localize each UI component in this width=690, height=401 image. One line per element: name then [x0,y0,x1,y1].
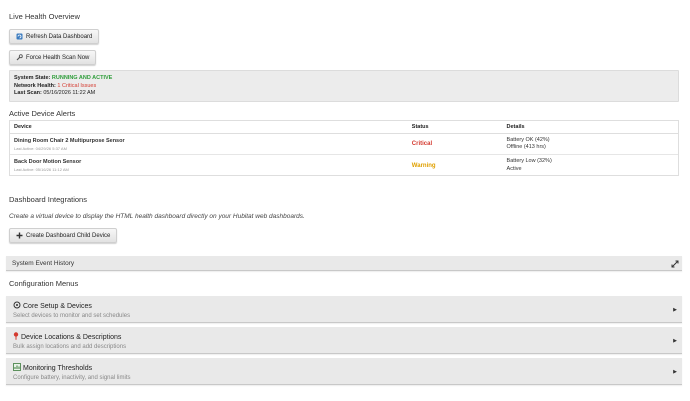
page-title: Live Health Overview [9,12,80,21]
create-dashboard-child-device-button[interactable]: Create Dashboard Child Device [9,228,118,243]
device-cell: Back Door Motion Sensor Last Active: 05/… [10,155,408,176]
integrations-description: Create a virtual device to display the H… [9,213,305,220]
menu-core-setup[interactable]: Core Setup & Devices Select devices to m… [6,296,682,323]
system-status-panel: System State: RUNNING AND ACTIVE Network… [9,70,679,102]
integrations-title: Dashboard Integrations [9,195,87,204]
menu-title: Device Locations & Descriptions [21,333,122,341]
table-row: Back Door Motion Sensor Last Active: 05/… [10,155,678,176]
menu-title-row: Monitoring Thresholds [13,363,675,373]
system-event-history-toggle[interactable]: System Event History [6,256,682,271]
menu-title-row: Core Setup & Devices [13,301,675,311]
refresh-icon [16,33,23,40]
network-health-line: Network Health: 1 Critical Issues [14,83,674,91]
last-scan-label: Last Scan: [14,90,42,96]
column-header-status: Status [411,124,429,130]
force-health-scan-label: Force Health Scan Now [26,54,90,61]
detail-activity: Offline (413 hrs) [506,144,546,150]
expand-icon[interactable] [671,260,679,270]
system-state-label: System State: [14,75,51,81]
app-frame: Live Health Overview Refresh Data Dashbo… [0,0,690,401]
device-name: Dining Room Chair 2 Multipurpose Sensor [14,137,125,144]
status-badge: Warning [411,162,436,169]
map-pin-icon [13,332,19,342]
alerts-table: Device Status Details Dining Room Chair … [9,120,679,176]
status-cell: Warning [408,155,503,176]
alerts-title: Active Device Alerts [9,109,76,118]
chevron-right-icon: ▶ [673,338,677,344]
menu-subtitle: Select devices to monitor and set schedu… [13,313,131,319]
network-health-label: Network Health: [14,82,56,89]
details-cell: Battery Low (32%) Active [503,155,678,176]
detail-battery: Battery Low (32%) [506,158,552,164]
device-name: Back Door Motion Sensor [14,159,82,165]
config-title: Configuration Menus [9,279,79,288]
gear-icon [13,301,21,311]
refresh-dashboard-label: Refresh Data Dashboard [26,33,93,40]
refresh-dashboard-button[interactable]: Refresh Data Dashboard [9,29,100,44]
column-header-details: Details [506,124,525,130]
status-cell: Critical [408,134,503,154]
menu-subtitle: Configure battery, inactivity, and signa… [13,375,131,381]
wrench-icon [16,54,23,61]
device-last-active: Last Active: 04/29/26 5:37 AM [14,145,67,151]
chevron-right-icon: ▶ [673,307,677,313]
device-last-active: Last Active: 05/16/26 11:12 AM [14,167,69,172]
detail-activity: Active [506,165,522,172]
menu-title-row: Device Locations & Descriptions [13,332,675,342]
menu-title: Monitoring Thresholds [23,364,93,372]
chevron-right-icon: ▶ [673,369,677,375]
system-state-value: RUNNING AND ACTIVE [51,75,113,81]
last-scan-value: 05/16/2026 11:22 AM [43,90,96,96]
force-health-scan-button[interactable]: Force Health Scan Now [9,50,97,65]
details-cell: Battery OK (42%) Offline (413 hrs) [503,134,678,154]
create-dashboard-child-device-label: Create Dashboard Child Device [26,232,111,239]
menu-subtitle: Bulk assign locations and add descriptio… [13,344,127,350]
menu-title: Core Setup & Devices [23,302,92,310]
menu-monitoring-thresholds[interactable]: Monitoring Thresholds Configure battery,… [6,358,682,385]
last-scan-line: Last Scan: 05/16/2026 11:22 AM [14,90,674,98]
alerts-table-header: Device Status Details [10,121,678,134]
system-event-history-label: System Event History [12,259,75,267]
column-header-device: Device [14,124,32,130]
device-cell: Dining Room Chair 2 Multipurpose Sensor … [10,134,408,154]
system-state-line: System State: RUNNING AND ACTIVE [14,75,674,83]
table-row: Dining Room Chair 2 Multipurpose Sensor … [10,134,678,155]
network-health-value: 1 Critical Issues [57,82,97,89]
menu-device-locations[interactable]: Device Locations & Descriptions Bulk ass… [6,327,682,354]
chart-icon [13,363,21,373]
plus-icon [16,232,23,239]
status-badge: Critical [411,141,433,147]
detail-battery: Battery OK (42%) [506,136,550,143]
